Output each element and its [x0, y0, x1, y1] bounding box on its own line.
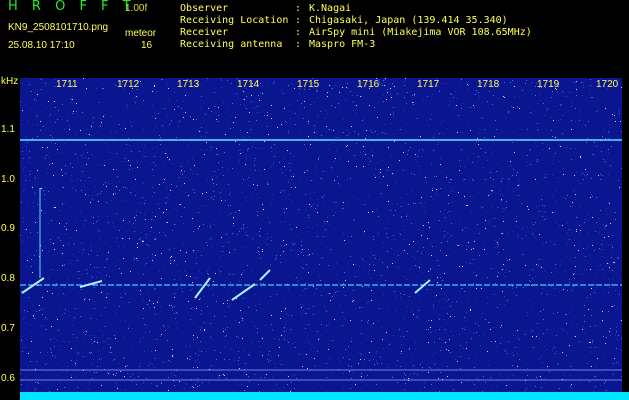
x-tick-label: 1717 — [417, 79, 440, 90]
filename-label: KN9_2508101710.png — [8, 22, 109, 33]
app-title: H R O F F T — [8, 0, 136, 14]
meteor-count: 16 — [141, 40, 153, 51]
mode-label: meteor — [125, 28, 157, 39]
info-key: Observer — [180, 3, 229, 14]
x-tick-label: 1715 — [297, 79, 320, 90]
spectrogram-traces — [20, 78, 622, 396]
station-info: Observer : K.Nagai Receiving Location : … — [180, 3, 532, 51]
info-value: K.Nagai — [309, 3, 352, 14]
x-tick-label: 1720 — [596, 79, 619, 90]
meteor-ping — [231, 283, 256, 301]
info-row-antenna: Receiving antenna : Maspro FM-3 — [180, 39, 532, 51]
info-value: Maspro FM-3 — [309, 39, 376, 50]
y-tick-label: 0.6 — [1, 373, 15, 384]
info-colon: : — [295, 3, 302, 14]
x-tick-label: 1718 — [477, 79, 500, 90]
spectrogram-window: H R O F F T 1.00f KN9_2508101710.png met… — [0, 0, 629, 400]
x-tick-label: 1719 — [537, 79, 560, 90]
y-tick-label: 1.1 — [1, 124, 15, 135]
y-tick-label: 0.8 — [1, 273, 15, 284]
info-row-receiver: Receiver : AirSpy mini (Miakejima VOR 10… — [180, 27, 532, 39]
info-colon: : — [295, 27, 302, 38]
y-tick-label: 0.9 — [1, 223, 15, 234]
meteor-ping — [194, 277, 211, 299]
meteor-ping — [259, 269, 271, 281]
info-colon: : — [295, 15, 302, 26]
y-axis-unit: kHz — [1, 76, 19, 87]
info-row-observer: Observer : K.Nagai — [180, 3, 532, 15]
info-value: Chigasaki, Japan (139.414 35.340) — [309, 15, 508, 26]
version-label: 1.00f — [125, 3, 148, 14]
x-tick-label: 1712 — [117, 79, 140, 90]
meteor-ping — [79, 280, 103, 288]
info-key: Receiving antenna — [180, 39, 283, 50]
info-value: AirSpy mini (Miakejima VOR 108.65MHz) — [309, 27, 532, 38]
info-colon: : — [295, 39, 302, 50]
x-tick-label: 1713 — [177, 79, 200, 90]
x-tick-label: 1711 — [56, 79, 78, 90]
timestamp-label: 25.08.10 17:10 — [8, 40, 75, 51]
spectrogram-plot — [20, 78, 622, 396]
info-row-location: Receiving Location : Chigasaki, Japan (1… — [180, 15, 532, 27]
y-tick-label: 0.7 — [1, 323, 15, 334]
info-key: Receiver — [180, 27, 229, 38]
meteor-ping — [414, 279, 431, 294]
noise-speckle — [20, 78, 622, 396]
x-tick-label: 1714 — [237, 79, 260, 90]
signal-strength-bar — [20, 392, 629, 400]
x-tick-label: 1716 — [357, 79, 380, 90]
y-tick-label: 1.0 — [1, 174, 15, 185]
info-key: Receiving Location — [180, 15, 289, 26]
